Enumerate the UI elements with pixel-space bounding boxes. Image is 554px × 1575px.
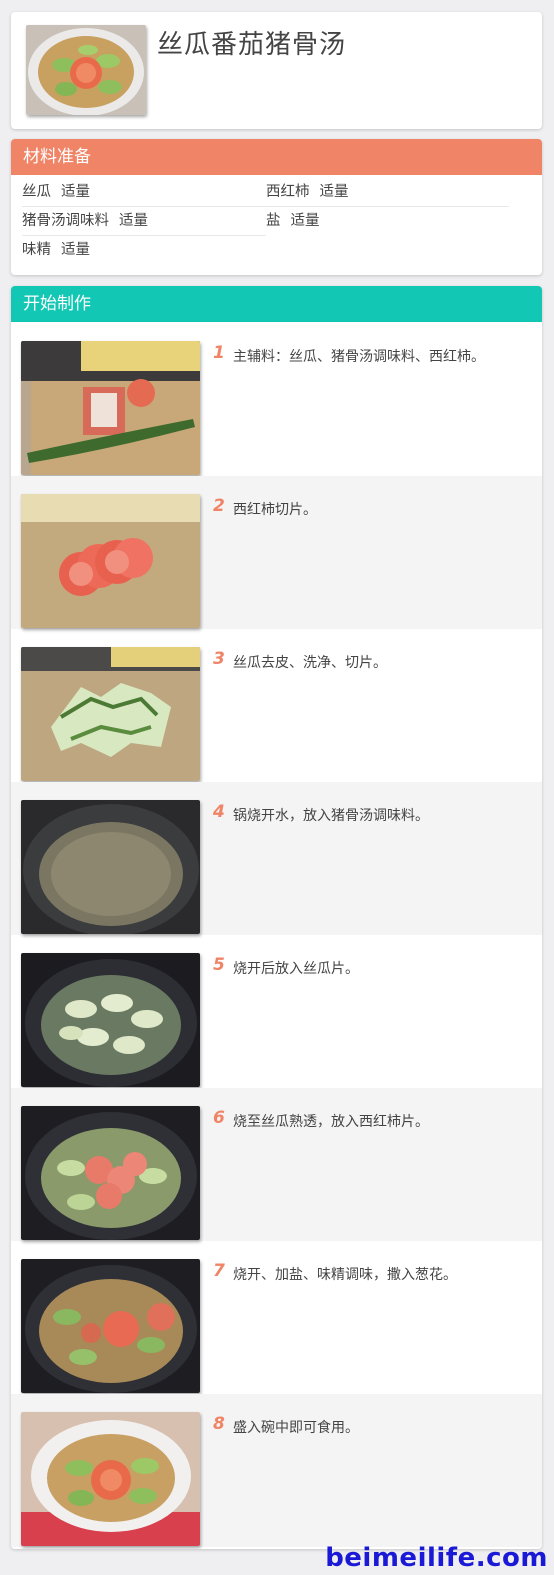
ingredients-section: 材料准备 丝瓜 适量 西红柿 适量 猪骨汤调味料 适量 盐适量 味精 适量 <box>11 139 542 275</box>
ingredient-item: 猪骨汤调味料 适量 <box>22 207 266 236</box>
step-photo[interactable] <box>21 341 200 475</box>
step-item: 6 烧至丝瓜熟透，放入西红柿片。 <box>11 1088 542 1241</box>
site-watermark: beimeilife.com <box>325 1543 548 1573</box>
step-text: 盛入碗中即可食用。 <box>233 1420 359 1436</box>
ingredient-name: 西红柿 <box>266 184 310 200</box>
recipe-cover-photo[interactable] <box>26 25 146 115</box>
step-item: 1 主辅料：丝瓜、猪骨汤调味料、西红柿。 <box>11 323 542 476</box>
step-number: 1 <box>213 343 225 363</box>
step-number: 5 <box>213 955 225 975</box>
step-text: 西红柿切片。 <box>233 502 317 518</box>
ingredient-name: 味精 <box>22 242 51 258</box>
ingredients-heading: 材料准备 <box>11 139 542 175</box>
ingredient-name: 丝瓜 <box>22 184 51 200</box>
step-photo[interactable] <box>21 647 200 781</box>
step-text: 锅烧开水，放入猪骨汤调味料。 <box>233 808 429 824</box>
step-text: 烧开、加盐、味精调味，撒入葱花。 <box>233 1267 457 1283</box>
ingredient-item: 西红柿 适量 <box>266 178 509 207</box>
step-text: 丝瓜去皮、洗净、切片。 <box>233 655 387 671</box>
ingredient-name: 盐 <box>266 213 281 229</box>
step-item: 2 西红柿切片。 <box>11 476 542 629</box>
step-number: 3 <box>213 649 225 669</box>
ingredient-amount: 适量 <box>61 242 90 258</box>
step-number: 6 <box>213 1108 225 1128</box>
step-photo[interactable] <box>21 800 200 934</box>
step-photo[interactable] <box>21 1259 200 1393</box>
ingredient-item: 盐适量 <box>266 207 366 236</box>
ingredient-amount: 适量 <box>119 213 148 229</box>
step-item: 3 丝瓜去皮、洗净、切片。 <box>11 629 542 782</box>
step-number: 2 <box>213 496 225 516</box>
ingredient-amount: 适量 <box>61 184 90 200</box>
ingredient-item: 丝瓜 适量 <box>22 178 266 207</box>
step-photo[interactable] <box>21 494 200 628</box>
step-photo[interactable] <box>21 1106 200 1240</box>
step-text: 烧至丝瓜熟透，放入西红柿片。 <box>233 1114 429 1130</box>
ingredient-amount: 适量 <box>319 184 349 200</box>
step-item: 5 烧开后放入丝瓜片。 <box>11 935 542 1088</box>
ingredient-amount: 适量 <box>290 213 320 229</box>
step-number: 4 <box>213 802 225 822</box>
step-number: 8 <box>213 1414 225 1434</box>
steps-section: 开始制作 1 主辅料：丝瓜、猪骨汤调味料、西红柿。 2 西红柿切片。 3 丝瓜去… <box>11 286 542 1549</box>
ingredient-item: 味精 适量 <box>22 236 222 265</box>
ingredient-name: 猪骨汤调味料 <box>22 213 109 229</box>
step-item: 8 盛入碗中即可食用。 <box>11 1394 542 1547</box>
step-text: 烧开后放入丝瓜片。 <box>233 961 359 977</box>
step-photo[interactable] <box>21 953 200 1087</box>
recipe-header: 丝瓜番茄猪骨汤 <box>11 12 542 129</box>
step-item: 7 烧开、加盐、味精调味，撒入葱花。 <box>11 1241 542 1394</box>
steps-heading: 开始制作 <box>11 286 542 322</box>
step-text: 主辅料：丝瓜、猪骨汤调味料、西红柿。 <box>233 349 485 365</box>
step-photo[interactable] <box>21 1412 200 1546</box>
recipe-title: 丝瓜番茄猪骨汤 <box>157 30 347 60</box>
step-item: 4 锅烧开水，放入猪骨汤调味料。 <box>11 782 542 935</box>
step-number: 7 <box>213 1261 225 1281</box>
